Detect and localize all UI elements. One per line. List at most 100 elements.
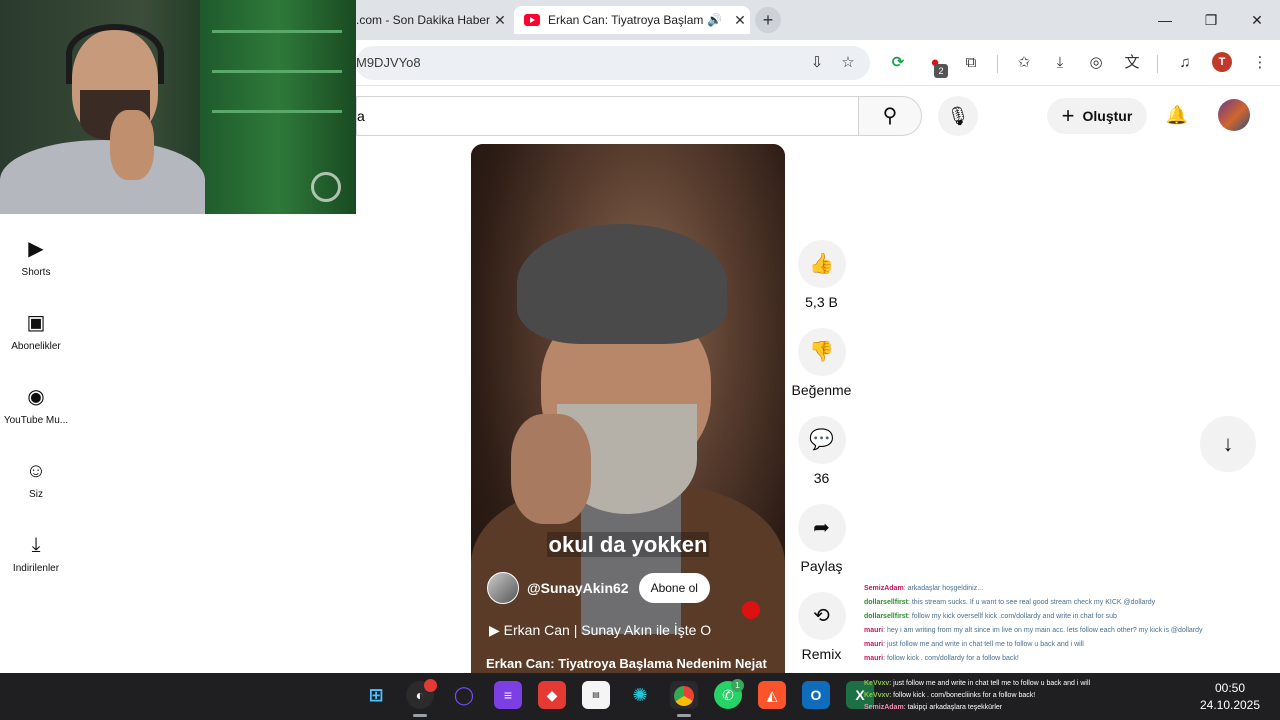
anydesk-icon[interactable]: ◆: [538, 681, 566, 709]
remix-icon[interactable]: ⟲: [797, 592, 846, 640]
chat-user: dollarsellfirst: [864, 613, 908, 620]
create-button[interactable]: + Oluştur: [1047, 98, 1147, 134]
guide-label: Shorts: [21, 267, 51, 278]
streamer-hand: [110, 110, 154, 180]
favorites-icon[interactable]: ✩: [1013, 52, 1035, 74]
search-icon[interactable]: ⚲: [858, 96, 922, 136]
chat-user: KeVvxv: [864, 692, 890, 699]
taskbar-active-indicator: [413, 714, 427, 717]
tab-youtube-label: Erkan Can: Tiyatroya Başlama Nedenim: [548, 13, 704, 27]
guide-item-downloads[interactable]: ⤓ İndirilenler: [0, 533, 72, 574]
remix-action: ⟲ Remix: [790, 592, 853, 662]
chrome-icon[interactable]: [670, 681, 698, 709]
search-input[interactable]: [357, 97, 859, 135]
guide-item-subscriptions[interactable]: ▣ Abonelikler: [0, 311, 72, 352]
dislike-thumb-icon[interactable]: 👎: [797, 328, 846, 376]
translate-icon[interactable]: 文: [1121, 52, 1143, 74]
address-url[interactable]: M9DJVYo8: [356, 55, 421, 70]
play-icon: ▶: [489, 622, 500, 638]
tab-youtube-close-icon[interactable]: ✕: [730, 12, 750, 29]
chat-user: mauri: [864, 627, 884, 634]
webcam-overlay: [0, 0, 356, 214]
media-controls-icon[interactable]: ♫: [1174, 52, 1196, 74]
system-clock[interactable]: 00:50 24.10.2025: [1190, 680, 1270, 714]
shorts-icon: ▶: [28, 238, 44, 260]
chat-message: : takipçi arkadaşlara teşekkürler: [903, 704, 1003, 711]
tab-youtube-short[interactable]: Erkan Can: Tiyatroya Başlama Nedenim 🔊 ✕: [514, 6, 750, 34]
brave-icon[interactable]: ◭: [758, 681, 786, 709]
chat-line: mauri: hey i am writing from my alt sinc…: [864, 624, 1264, 638]
chat-user: mauri: [864, 655, 884, 662]
like-count: 5,3 B: [805, 294, 838, 310]
chat-line: dollarsellfirst: follow my kick oversell…: [864, 610, 1264, 624]
chat-user: KeVvxv: [864, 680, 890, 687]
channel-name[interactable]: @SunayAkin62: [527, 580, 629, 596]
subtitle-text: okul da yokken: [546, 532, 710, 557]
taskbar-active-indicator: [677, 714, 691, 717]
like-thumb-icon[interactable]: 👍: [797, 240, 846, 288]
download-icon: ⤓: [31, 534, 41, 556]
search-box[interactable]: [356, 96, 859, 136]
outlook-icon[interactable]: O: [802, 681, 830, 709]
clipchamp-icon[interactable]: ≡: [494, 681, 522, 709]
microphone-icon[interactable]: 🎙: [938, 96, 978, 136]
app-ring-icon[interactable]: ◯: [450, 681, 478, 709]
extensions-puzzle-icon[interactable]: ⧉: [960, 52, 982, 74]
screenshot-icon[interactable]: ◎: [1085, 52, 1107, 74]
toolbar-separator: [997, 55, 998, 73]
headset-icon: [66, 24, 164, 84]
comment-bubble-icon[interactable]: 💬: [797, 416, 846, 464]
short-title[interactable]: Erkan Can: Tiyatroya Başlama Nedenim Nej…: [486, 656, 767, 671]
chat-line: SemizAdam: arkadaşlar hoşgeldiniz...: [864, 582, 1264, 596]
channel-avatar[interactable]: [487, 572, 519, 604]
video-cap: [517, 224, 727, 344]
tab-news-close-icon[interactable]: ✕: [490, 12, 510, 29]
subscribe-button[interactable]: Abone ol: [638, 573, 710, 603]
user-circle-icon: ☺: [25, 460, 47, 482]
document-app-icon[interactable]: ▤: [582, 681, 610, 709]
chat-line: mauri: follow kick . com/dollardy for a …: [864, 652, 1264, 666]
downloads-icon[interactable]: ⤓: [1049, 52, 1071, 74]
create-label: Oluştur: [1082, 108, 1133, 124]
tab-news[interactable]: .com - Son Dakika Haberleri ✕: [356, 6, 510, 34]
address-bar[interactable]: M9DJVYo8 ⇩ ☆: [356, 46, 870, 80]
youtube-music-icon: ◉: [27, 386, 45, 408]
remix-label: Remix: [801, 646, 842, 662]
chat-message: : arkadaşlar hoşgeldiniz...: [903, 585, 984, 592]
playlist-title: Erkan Can | Sunay Akın ile İşte O: [503, 622, 712, 638]
chat-line: dollarsellfirst: this stream sucks. If u…: [864, 596, 1264, 610]
extension-green-icon[interactable]: ⟳: [887, 52, 909, 74]
comment-count: 36: [813, 470, 830, 486]
bookmark-star-icon[interactable]: ☆: [837, 52, 859, 74]
share-arrow-icon[interactable]: ➦: [797, 504, 846, 552]
guide-label: Siz: [29, 489, 43, 500]
maximize-icon[interactable]: ❐: [1199, 8, 1223, 32]
chat-message: : hey i am writing from my alt since im …: [883, 627, 1203, 634]
chat-line: mauri: just follow me and write in chat …: [864, 638, 1264, 652]
chat-message: : just follow me and write in chat tell …: [883, 641, 1084, 648]
audio-playing-icon[interactable]: 🔊: [707, 13, 722, 27]
windows-start-icon[interactable]: ⊞: [362, 681, 390, 709]
window-close-icon[interactable]: ✕: [1245, 8, 1269, 32]
chat-user: dollarsellfirst: [864, 599, 908, 606]
minimize-icon[interactable]: —: [1153, 8, 1177, 32]
guide-item-youtube-music[interactable]: ◉ YouTube Mu...: [0, 385, 72, 426]
account-avatar[interactable]: [1218, 99, 1250, 131]
comments-action: 💬 36: [790, 416, 853, 486]
video-subtitle: okul da yokken: [471, 532, 785, 558]
next-short-arrow-icon[interactable]: ↓: [1200, 416, 1256, 472]
new-tab-button[interactable]: +: [755, 7, 781, 33]
gear-app-icon[interactable]: ✺: [626, 681, 654, 709]
playlist-link[interactable]: ▶ Erkan Can | Sunay Akın ile İşte O: [489, 622, 711, 639]
guide-item-shorts[interactable]: ▶ Shorts: [0, 237, 72, 278]
like-action: 👍 5,3 B: [790, 240, 853, 310]
profile-avatar[interactable]: T: [1212, 52, 1232, 72]
browser-menu-icon[interactable]: ⋮: [1249, 52, 1271, 74]
install-app-icon[interactable]: ⇩: [806, 52, 828, 74]
guide-item-you[interactable]: ☺ Siz: [0, 459, 72, 500]
notifications-bell-icon[interactable]: 🔔: [1162, 100, 1192, 130]
share-action: ➦ Paylaş: [790, 504, 853, 574]
webcam-streamer: [0, 20, 205, 214]
guide-label: YouTube Mu...: [3, 415, 69, 426]
short-video-player[interactable]: okul da yokken @SunayAkin62 Abone ol ▶ E…: [471, 144, 785, 674]
